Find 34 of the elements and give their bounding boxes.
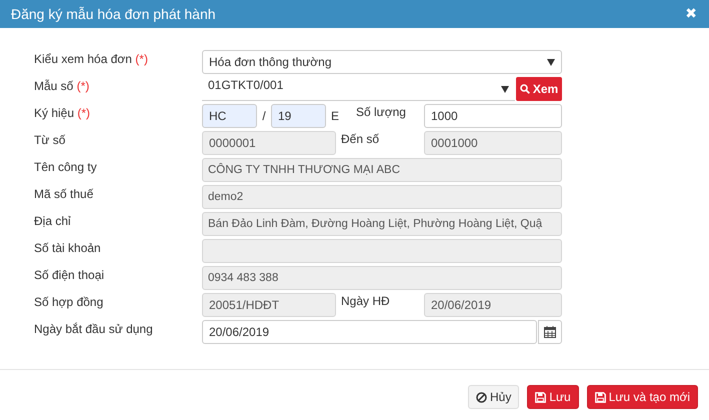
- save-button[interactable]: Lưu và tạo mới: [586, 385, 698, 409]
- calendar-button[interactable]: [538, 320, 562, 344]
- view-button[interactable]: Xem: [516, 77, 562, 101]
- field-label: Số điện thoại: [34, 267, 106, 284]
- close-button[interactable]: ✖: [685, 6, 697, 22]
- separator-text: /: [261, 108, 267, 125]
- dropdown[interactable]: Hóa đơn thông thường: [202, 50, 562, 74]
- field-label: Mã số thuế: [34, 186, 94, 203]
- save-button[interactable]: Lưu: [527, 385, 579, 409]
- dropdown[interactable]: 01GTKT0/001: [202, 77, 515, 101]
- input-field[interactable]: 19: [271, 104, 326, 128]
- field-label: Kiểu xem hóa đơn (*): [34, 51, 149, 68]
- field-label: Ký hiệu (*): [34, 105, 92, 122]
- input-field[interactable]: HC: [202, 104, 257, 128]
- field-label: Số tài khoản: [34, 240, 102, 257]
- field-label: Ngày bắt đầu sử dụng: [34, 321, 154, 338]
- window-title: Đăng ký mẫu hóa đơn phát hành: [11, 6, 216, 22]
- input-field[interactable]: 1000: [424, 104, 562, 128]
- field-label: Địa chỉ: [34, 213, 72, 230]
- input-field[interactable]: 20/06/2019: [202, 320, 538, 344]
- field-label: Số hợp đồng: [34, 294, 104, 311]
- field-label: Mẫu số (*): [34, 78, 90, 95]
- cancel-button[interactable]: Hủy: [468, 385, 520, 409]
- calendar-icon: [544, 326, 556, 338]
- field-label: Tên công ty: [34, 159, 98, 176]
- suffix-text: E: [330, 108, 340, 125]
- ban-icon: [476, 392, 487, 402]
- field-label: Đến số: [340, 131, 380, 148]
- field-label: Ngày HĐ: [340, 293, 391, 310]
- search-icon: [520, 84, 530, 94]
- field-label: Từ số: [34, 132, 66, 149]
- caret-icon: [547, 58, 555, 66]
- field-label: Số lượng: [355, 104, 407, 121]
- caret-icon: [501, 86, 509, 92]
